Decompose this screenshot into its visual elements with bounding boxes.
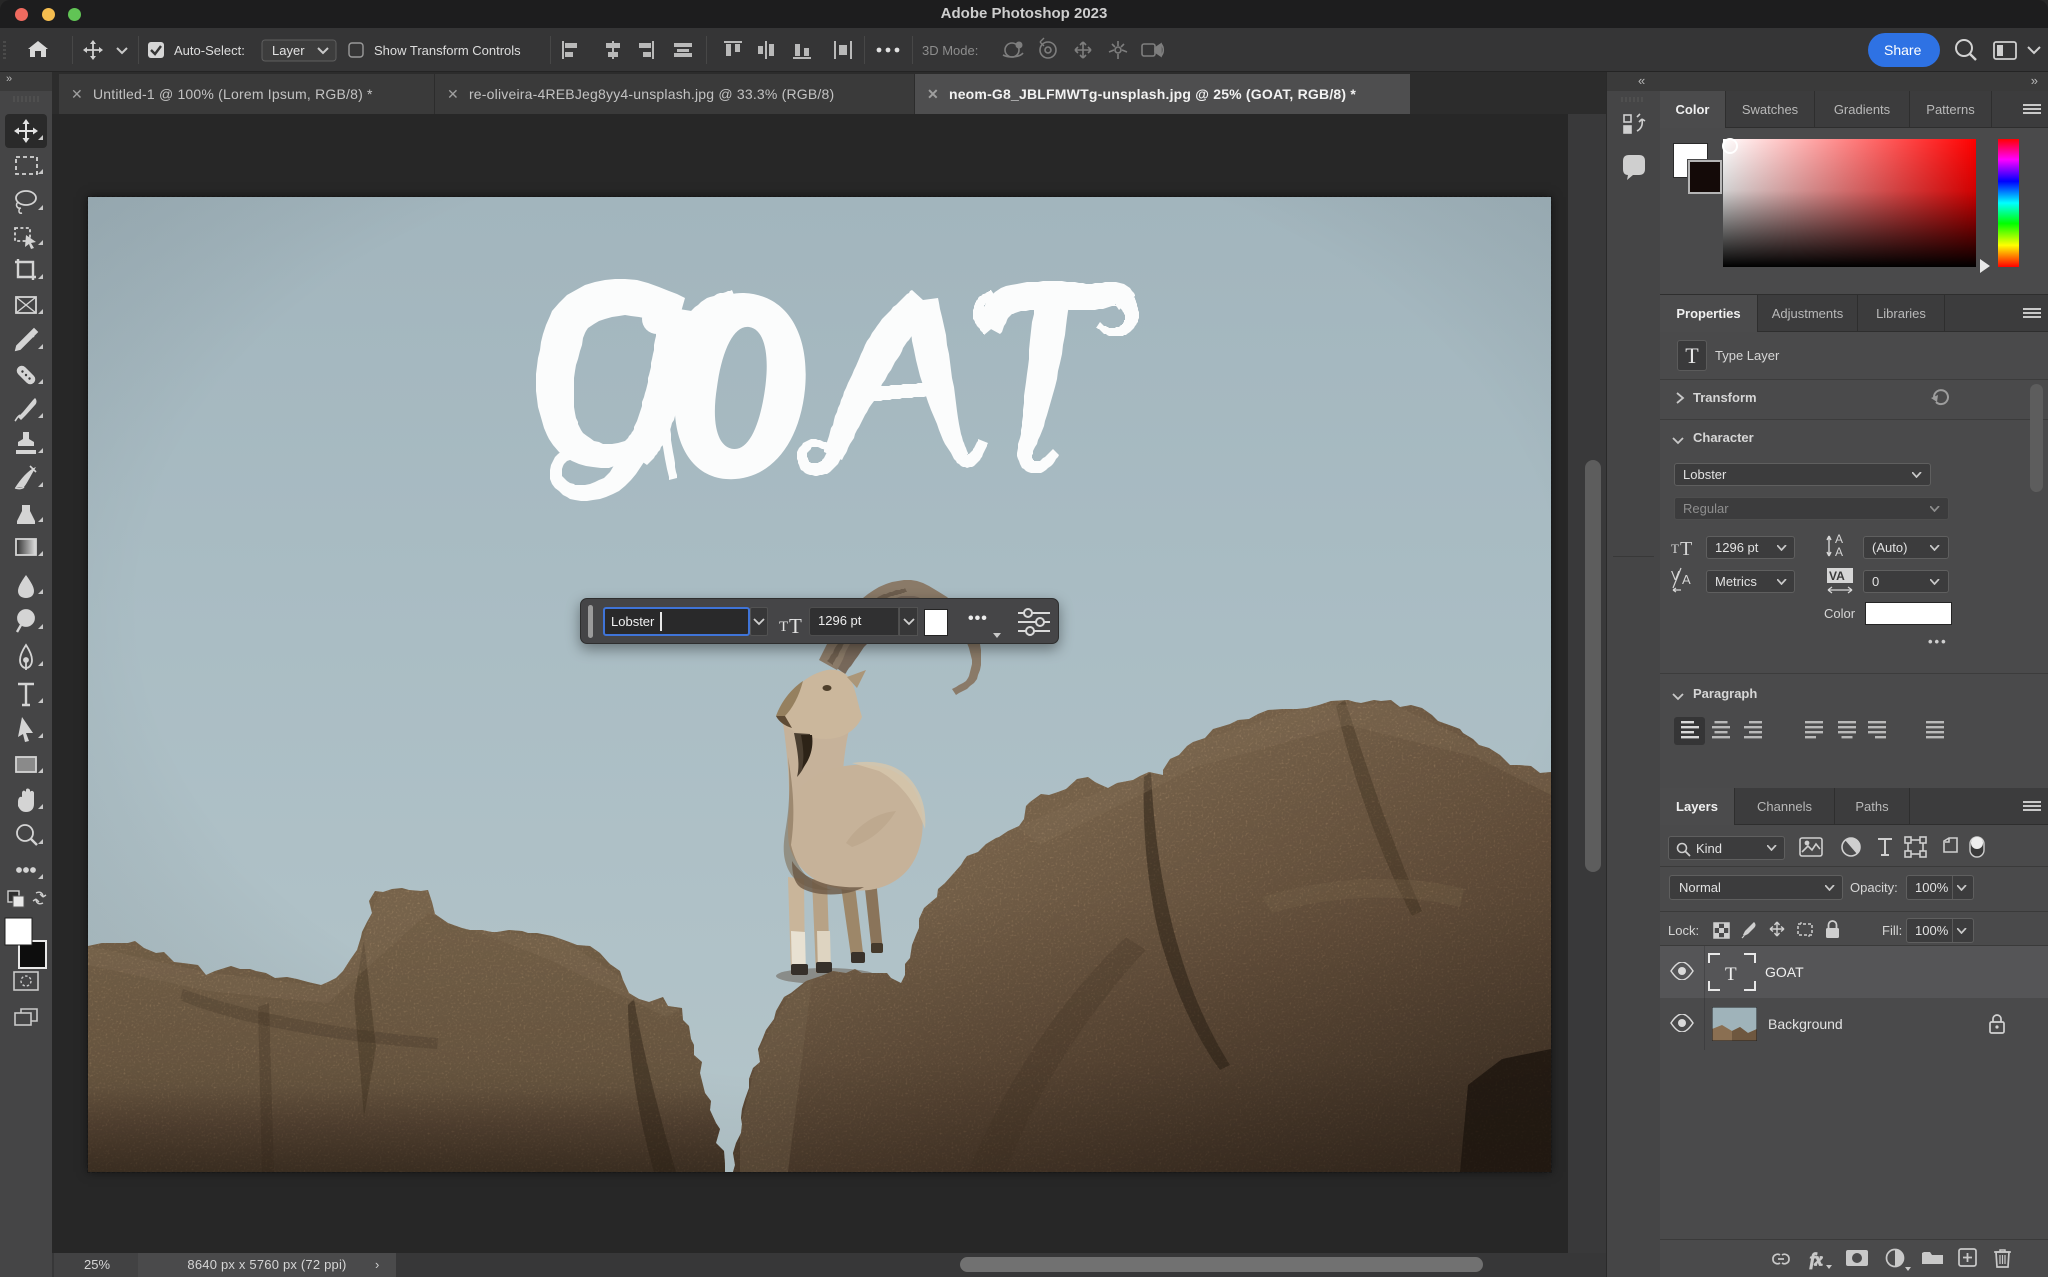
svg-text:A: A [1835,545,1843,559]
svg-text:T: T [789,614,802,635]
svg-text:VA: VA [1829,569,1845,583]
svg-text:T: T [1680,538,1692,557]
svg-text:A: A [1835,532,1843,546]
svg-text:Show Transform Controls: Show Transform Controls [374,43,521,58]
svg-text:fx: fx [1810,1250,1823,1269]
svg-text:A: A [1682,572,1691,587]
svg-text:T: T [1671,541,1679,556]
svg-text:Auto-Select:: Auto-Select: [174,43,245,58]
svg-text:T: T [1725,964,1737,985]
svg-text:Share: Share [1884,42,1922,58]
svg-text:Layer: Layer [272,43,305,58]
svg-text:3D Mode:: 3D Mode: [922,43,978,58]
svg-text:T: T [779,619,788,635]
